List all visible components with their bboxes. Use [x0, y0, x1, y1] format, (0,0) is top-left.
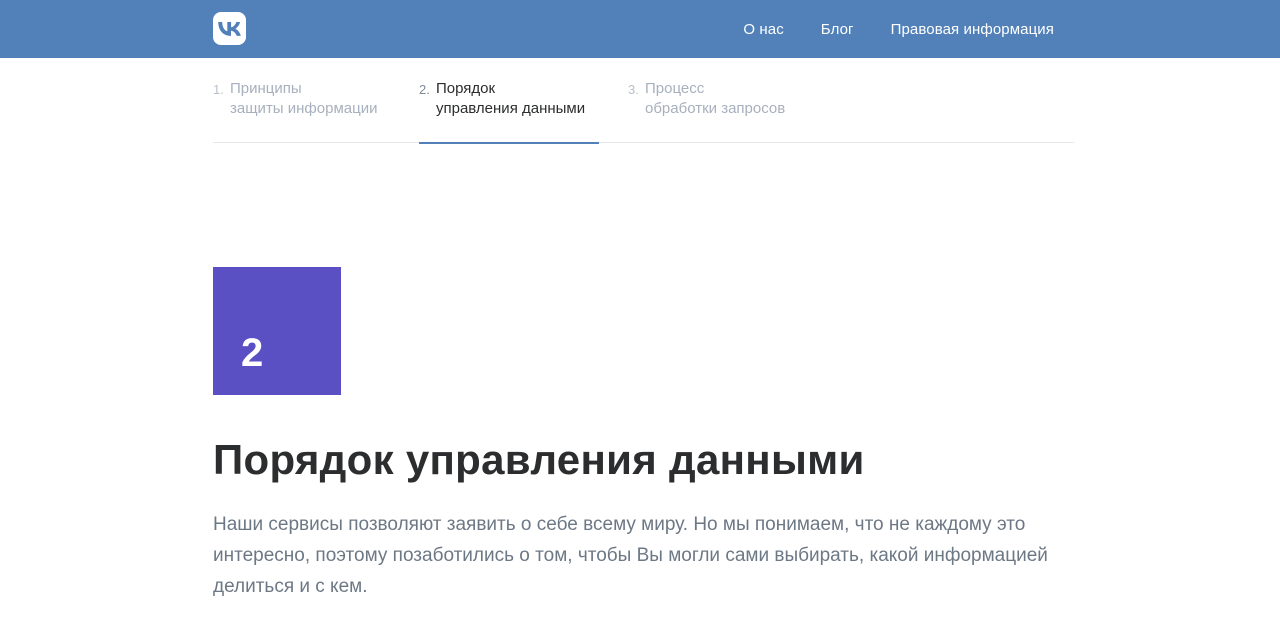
site-header: О нас Блог Правовая информация — [0, 0, 1280, 58]
section-description: Наши сервисы позволяют заявить о себе вс… — [213, 514, 1048, 597]
step-number: 1. — [213, 82, 224, 97]
top-nav: О нас Блог Правовая информация — [706, 0, 1054, 58]
page-title: Порядок управления данными — [213, 436, 865, 483]
tab-step-3[interactable]: 3. Процесс обработки запросов — [628, 78, 828, 143]
step-label: Процесс обработки запросов — [645, 80, 786, 117]
tab-step-2[interactable]: 2. Порядок управления данными — [419, 78, 599, 144]
section-number-badge: 2 — [213, 267, 341, 395]
nav-link-blog[interactable]: Блог — [821, 21, 854, 38]
nav-link-legal[interactable]: Правовая информация — [891, 21, 1054, 38]
step-label: Порядок управления данными — [436, 80, 586, 117]
nav-link-about[interactable]: О нас — [743, 21, 783, 38]
step-number: 3. — [628, 82, 639, 97]
vk-logo-icon[interactable] — [213, 12, 246, 45]
vk-logo-glyph — [217, 21, 241, 36]
step-number: 2. — [419, 82, 430, 97]
tab-step-1[interactable]: 1. Принципы защиты информации — [213, 78, 391, 143]
section-number: 2 — [241, 331, 264, 375]
steps-tabs: 1. Принципы защиты информации 2. Порядок… — [213, 78, 1074, 144]
step-label: Принципы защиты информации — [230, 80, 378, 117]
